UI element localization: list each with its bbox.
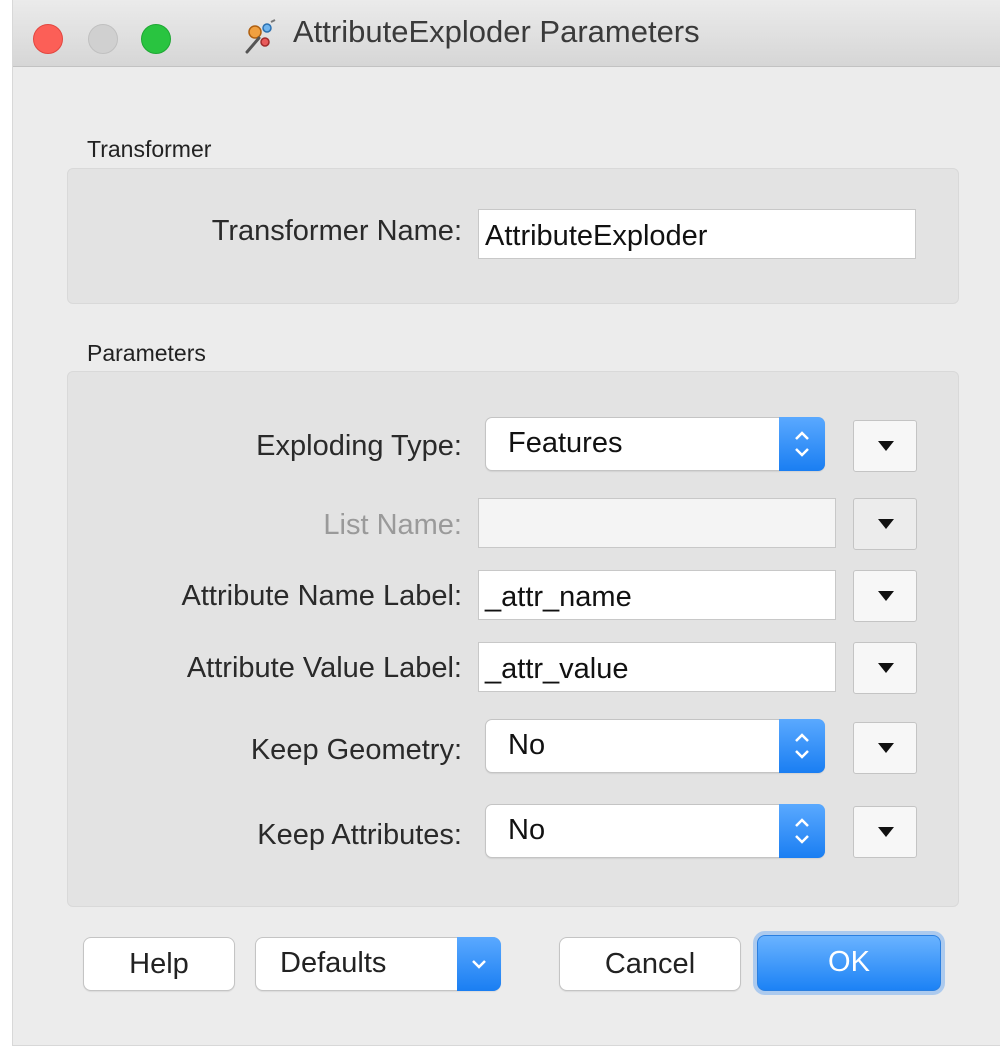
keep-geometry-value: No [508,729,546,761]
title-bar[interactable]: AttributeExploder Parameters [13,0,1000,67]
dialog-window: AttributeExploder Parameters Transformer… [12,0,1000,1046]
keep-attributes-value: No [508,814,546,846]
exploding-type-value: Features [508,427,623,459]
defaults-button[interactable]: Defaults [255,937,501,991]
list-name-input[interactable] [478,498,836,548]
attribute-value-label-label: Attribute Value Label: [186,652,462,684]
keep-geometry-label: Keep Geometry: [250,734,462,766]
window-title: AttributeExploder Parameters [293,14,700,49]
cancel-button[interactable]: Cancel [559,937,741,991]
attribute-name-label-menu-button[interactable] [853,570,917,622]
transformer-name-label: Transformer Name: [211,215,462,247]
maximize-window-button[interactable] [141,24,171,54]
keep-attributes-select[interactable]: No [485,804,825,858]
minimize-window-button[interactable] [88,24,118,54]
up-down-chevron-icon [779,719,825,773]
up-down-chevron-icon [779,417,825,471]
triangle-down-icon [878,663,894,673]
chevron-down-icon [457,937,501,991]
list-name-label: List Name: [323,509,462,541]
transformer-icon [245,19,276,54]
triangle-down-icon [878,591,894,601]
exploding-type-select[interactable]: Features [485,417,825,471]
attribute-name-label-input[interactable]: _attr_name [478,570,836,620]
transformer-section-label: Transformer [87,136,212,162]
close-window-button[interactable] [33,24,63,54]
help-button[interactable]: Help [83,937,235,991]
exploding-type-label: Exploding Type: [256,430,462,462]
attribute-value-label-menu-button[interactable] [853,642,917,694]
triangle-down-icon [878,441,894,451]
defaults-button-label: Defaults [280,947,387,979]
keep-attributes-label: Keep Attributes: [257,819,462,851]
transformer-panel: Transformer Name: AttributeExploder [67,168,959,304]
exploding-type-menu-button[interactable] [853,420,917,472]
triangle-down-icon [878,519,894,529]
attribute-value-label-input[interactable]: _attr_value [478,642,836,692]
transformer-name-input[interactable]: AttributeExploder [478,209,916,259]
triangle-down-icon [878,827,894,837]
parameters-section-label: Parameters [87,340,206,366]
list-name-menu-button[interactable] [853,498,917,550]
parameters-panel: Exploding Type: Features List Name: Attr… [67,371,959,907]
up-down-chevron-icon [779,804,825,858]
attribute-name-label-label: Attribute Name Label: [181,580,462,612]
triangle-down-icon [878,743,894,753]
keep-geometry-select[interactable]: No [485,719,825,773]
keep-attributes-menu-button[interactable] [853,806,917,858]
keep-geometry-menu-button[interactable] [853,722,917,774]
ok-button[interactable]: OK [757,935,941,991]
